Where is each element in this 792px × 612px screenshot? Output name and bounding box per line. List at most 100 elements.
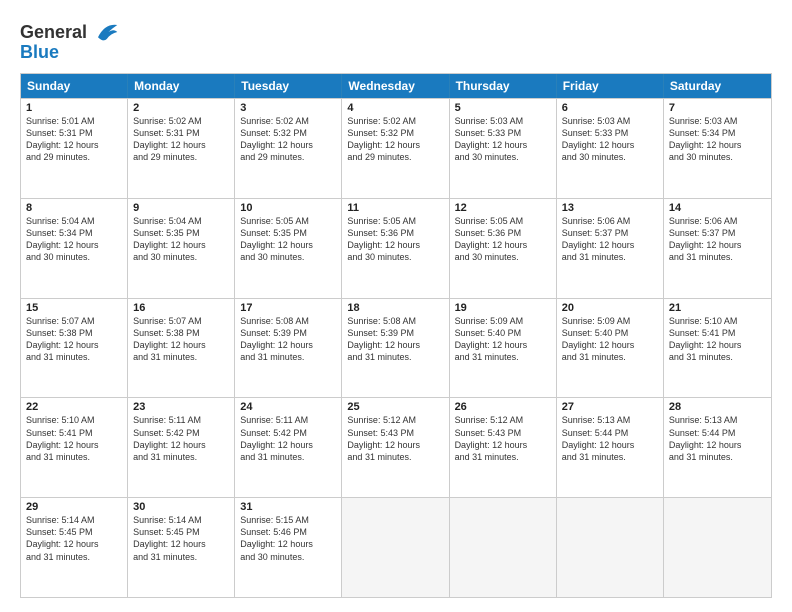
cell-info-line: and 31 minutes. [562,251,658,263]
day-number: 27 [562,401,658,413]
cell-info-line: Sunrise: 5:10 AM [26,414,122,426]
day-number: 24 [240,401,336,413]
day-number: 1 [26,102,122,114]
cell-info-line: Sunset: 5:32 PM [347,127,443,139]
header-day-friday: Friday [557,74,664,98]
cell-info-line: Sunset: 5:34 PM [26,227,122,239]
calendar-cell [450,498,557,597]
logo: General Blue [20,18,119,63]
cell-info-line: and 30 minutes. [133,251,229,263]
cell-info-line: Sunrise: 5:12 AM [455,414,551,426]
cell-info-line: Sunset: 5:41 PM [26,427,122,439]
cell-info-line: Sunrise: 5:03 AM [562,115,658,127]
cell-info-line: Sunrise: 5:11 AM [240,414,336,426]
day-number: 6 [562,102,658,114]
cell-info-line: Sunrise: 5:05 AM [347,215,443,227]
cell-info-line: Daylight: 12 hours [562,139,658,151]
cell-info-line: and 30 minutes. [240,251,336,263]
day-number: 13 [562,202,658,214]
cell-info-line: Daylight: 12 hours [669,439,766,451]
cell-info-line: and 31 minutes. [26,551,122,563]
calendar-cell: 27Sunrise: 5:13 AMSunset: 5:44 PMDayligh… [557,398,664,497]
cell-info-line: Sunset: 5:40 PM [455,327,551,339]
cell-info-line: Sunset: 5:43 PM [455,427,551,439]
calendar-cell: 11Sunrise: 5:05 AMSunset: 5:36 PMDayligh… [342,199,449,298]
cell-info-line: and 30 minutes. [562,151,658,163]
cell-info-line: Daylight: 12 hours [240,339,336,351]
cell-info-line: and 29 minutes. [347,151,443,163]
cell-info-line: Sunset: 5:31 PM [133,127,229,139]
cell-info-line: Sunrise: 5:01 AM [26,115,122,127]
header-day-sunday: Sunday [21,74,128,98]
day-number: 4 [347,102,443,114]
day-number: 21 [669,302,766,314]
cell-info-line: and 29 minutes. [133,151,229,163]
cell-info-line: Sunrise: 5:05 AM [455,215,551,227]
calendar-week-2: 8 Sunrise: 5:04 AM Sunset: 5:34 PM Daylight… [21,198,771,298]
cell-info-line: Sunset: 5:39 PM [347,327,443,339]
calendar-cell: 13Sunrise: 5:06 AMSunset: 5:37 PMDayligh… [557,199,664,298]
cell-info-line: Sunset: 5:32 PM [240,127,336,139]
cell-info-line: Sunset: 5:35 PM [240,227,336,239]
cell-info-line: and 30 minutes. [240,551,336,563]
calendar-cell: 26Sunrise: 5:12 AMSunset: 5:43 PMDayligh… [450,398,557,497]
cell-info-line: and 31 minutes. [669,351,766,363]
calendar-cell: 10Sunrise: 5:05 AMSunset: 5:35 PMDayligh… [235,199,342,298]
cell-info-line: Daylight: 12 hours [133,339,229,351]
cell-info-line: Sunrise: 5:05 AM [240,215,336,227]
cell-info-line: Daylight: 12 hours [669,239,766,251]
cell-info-line: and 30 minutes. [347,251,443,263]
cell-info-line: and 29 minutes. [26,151,122,163]
cell-info-line: Sunrise: 5:15 AM [240,514,336,526]
cell-info-line: Daylight: 12 hours [669,339,766,351]
cell-info-line: Sunset: 5:36 PM [347,227,443,239]
cell-info-line: Daylight: 12 hours [133,239,229,251]
cell-info-line: Sunrise: 5:02 AM [240,115,336,127]
calendar-cell: 23Sunrise: 5:11 AMSunset: 5:42 PMDayligh… [128,398,235,497]
day-number: 15 [26,302,122,314]
cell-info-line: and 31 minutes. [347,351,443,363]
cell-info-line: Sunset: 5:37 PM [669,227,766,239]
cell-info-line: Sunset: 5:45 PM [133,526,229,538]
cell-info-line: and 31 minutes. [240,451,336,463]
cell-info-line: Daylight: 12 hours [240,239,336,251]
calendar-cell [664,498,771,597]
cell-info-line: and 30 minutes. [669,151,766,163]
calendar-cell: 12Sunrise: 5:05 AMSunset: 5:36 PMDayligh… [450,199,557,298]
logo-text-general: General [20,22,87,43]
cell-info-line: Sunset: 5:38 PM [133,327,229,339]
cell-info-line: Sunset: 5:42 PM [133,427,229,439]
cell-info-line: Daylight: 12 hours [133,139,229,151]
header: General Blue [20,18,772,63]
cell-info-line: Sunrise: 5:06 AM [562,215,658,227]
cell-info-line: Sunrise: 5:04 AM [133,215,229,227]
calendar-cell: 15Sunrise: 5:07 AMSunset: 5:38 PMDayligh… [21,299,128,398]
cell-info-line: Sunrise: 5:06 AM [669,215,766,227]
calendar-cell: 4Sunrise: 5:02 AMSunset: 5:32 PMDaylight… [342,99,449,198]
day-number: 28 [669,401,766,413]
calendar-cell: 24Sunrise: 5:11 AMSunset: 5:42 PMDayligh… [235,398,342,497]
cell-info-line: Daylight: 12 hours [26,439,122,451]
cell-info-line: Sunrise: 5:14 AM [133,514,229,526]
cell-info-line: Daylight: 12 hours [26,339,122,351]
cell-info-line: Sunset: 5:41 PM [669,327,766,339]
cell-info-line: Sunrise: 5:02 AM [347,115,443,127]
calendar-week-3: 15Sunrise: 5:07 AMSunset: 5:38 PMDayligh… [21,298,771,398]
day-number: 19 [455,302,551,314]
cell-info-line: Daylight: 12 hours [133,538,229,550]
day-number: 8 [26,202,122,214]
header-day-saturday: Saturday [664,74,771,98]
calendar-cell: 3Sunrise: 5:02 AMSunset: 5:32 PMDaylight… [235,99,342,198]
cell-info-line: Daylight: 12 hours [347,339,443,351]
cell-info-line: and 31 minutes. [669,451,766,463]
cell-info-line: Sunset: 5:44 PM [562,427,658,439]
day-number: 29 [26,501,122,513]
cell-info-line: and 31 minutes. [669,251,766,263]
calendar-week-1: 1Sunrise: 5:01 AMSunset: 5:31 PMDaylight… [21,98,771,198]
cell-info-line: and 31 minutes. [26,451,122,463]
cell-info-line: Sunset: 5:34 PM [669,127,766,139]
calendar-cell: 17Sunrise: 5:08 AMSunset: 5:39 PMDayligh… [235,299,342,398]
cell-info-line: Daylight: 12 hours [562,239,658,251]
day-number: 11 [347,202,443,214]
cell-info-line: Daylight: 12 hours [240,439,336,451]
